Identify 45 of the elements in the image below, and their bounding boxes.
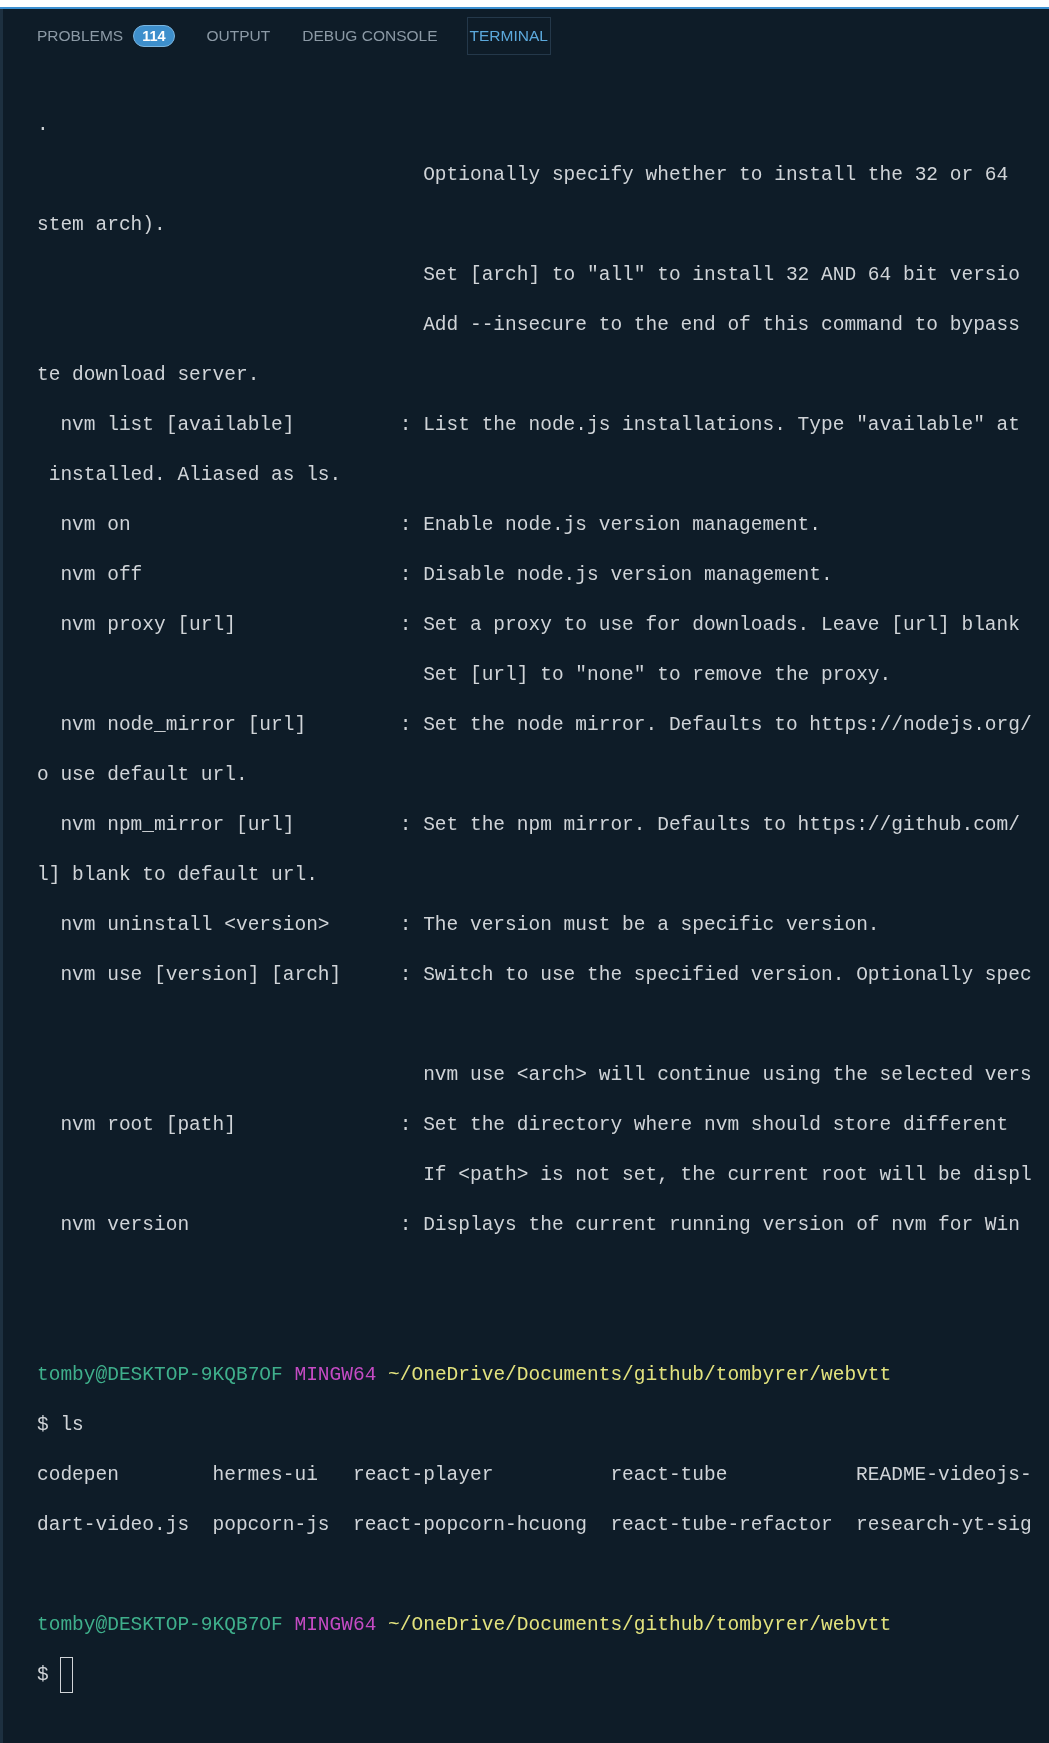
terminal-line: nvm root [path] : Set the directory where nvm should store different bbox=[59, 1114, 1009, 1136]
prompt-sign: $ bbox=[37, 1664, 49, 1686]
terminal-line: stem arch). bbox=[37, 214, 166, 236]
terminal-line: Optionally specify whether to install the 32 or 64 bbox=[422, 164, 1009, 186]
path-text: ~/OneDrive/Documents/github/tombyrer/webvtt bbox=[388, 1364, 892, 1386]
terminal-line: nvm use <arch> will continue using the selected vers bbox=[422, 1064, 1032, 1086]
user-host: tomby@DESKTOP-9KQB7OF bbox=[37, 1364, 283, 1386]
terminal-line: Set [url] to "none" to remove the proxy. bbox=[422, 664, 892, 686]
terminal-line: nvm npm_mirror [url] : Set the npm mirror. Defaults to https://github.com/ bbox=[59, 814, 1020, 836]
file-name: react-popcorn-hcuong bbox=[352, 1513, 587, 1538]
user-host: tomby@DESKTOP-9KQB7OF bbox=[37, 1614, 283, 1636]
terminal-line: nvm on : Enable node.js version management. bbox=[59, 514, 822, 536]
file-name: react-tube bbox=[610, 1463, 728, 1488]
terminal-line: If <path> is not set, the current root will be displ bbox=[422, 1164, 1032, 1186]
terminal-line: l] blank to default url. bbox=[37, 864, 318, 886]
file-name: popcorn-js bbox=[212, 1513, 330, 1538]
file-name: README-videojs- bbox=[856, 1463, 1032, 1488]
shell-name: MINGW64 bbox=[294, 1364, 377, 1386]
terminal-line: Add --insecure to the end of this command to bypass bbox=[422, 314, 1020, 336]
count-badge: 114 bbox=[133, 24, 175, 47]
shell-name: MINGW64 bbox=[294, 1614, 377, 1636]
terminal-line: nvm node_mirror [url] : Set the node mirror. Defaults to https://nodejs.org/ bbox=[59, 714, 1032, 736]
file-name: dart-video.js bbox=[37, 1513, 190, 1538]
panel-tab[interactable]: DEBUG CONSOLE bbox=[299, 16, 441, 55]
file-name: react-tube-refactor bbox=[610, 1513, 833, 1538]
file-name: react-player bbox=[352, 1463, 494, 1488]
terminal-line: nvm proxy [url] : Set a proxy to use for downloads. Leave [url] blank bbox=[59, 614, 1020, 636]
file-name: hermes-ui bbox=[212, 1463, 318, 1488]
terminal-line: o use default url. bbox=[37, 764, 248, 786]
terminal-line: nvm uninstall <version> : The version must be a specific version. bbox=[59, 914, 880, 936]
terminal-line: . bbox=[37, 114, 49, 136]
file-name: codepen bbox=[37, 1463, 119, 1488]
terminal-line: Set [arch] to "all" to install 32 AND 64 bit versio bbox=[422, 264, 1020, 286]
panel-tab[interactable]: PROBLEMS 114 bbox=[34, 14, 178, 57]
terminal-line: nvm list [available] : List the node.js installations. Type "available" at bbox=[59, 414, 1020, 436]
file-name: research-yt-sig bbox=[856, 1513, 1032, 1538]
terminal-line: nvm version : Displays the current running version of nvm for Win bbox=[59, 1214, 1020, 1236]
terminal-line: installed. Aliased as ls. bbox=[47, 464, 342, 486]
terminal-line: te download server. bbox=[37, 364, 260, 386]
terminal-line: $ ls bbox=[37, 1414, 84, 1436]
panel-tab[interactable]: TERMINAL bbox=[466, 16, 551, 55]
terminal-line: nvm off : Disable node.js version management. bbox=[59, 564, 833, 586]
panel-tab[interactable]: OUTPUT bbox=[203, 16, 274, 55]
path-text: ~/OneDrive/Documents/github/tombyrer/webvtt bbox=[388, 1614, 892, 1636]
terminal-line: nvm use [version] [arch] : Switch to use the specified version. Optionally spec bbox=[59, 964, 1032, 986]
